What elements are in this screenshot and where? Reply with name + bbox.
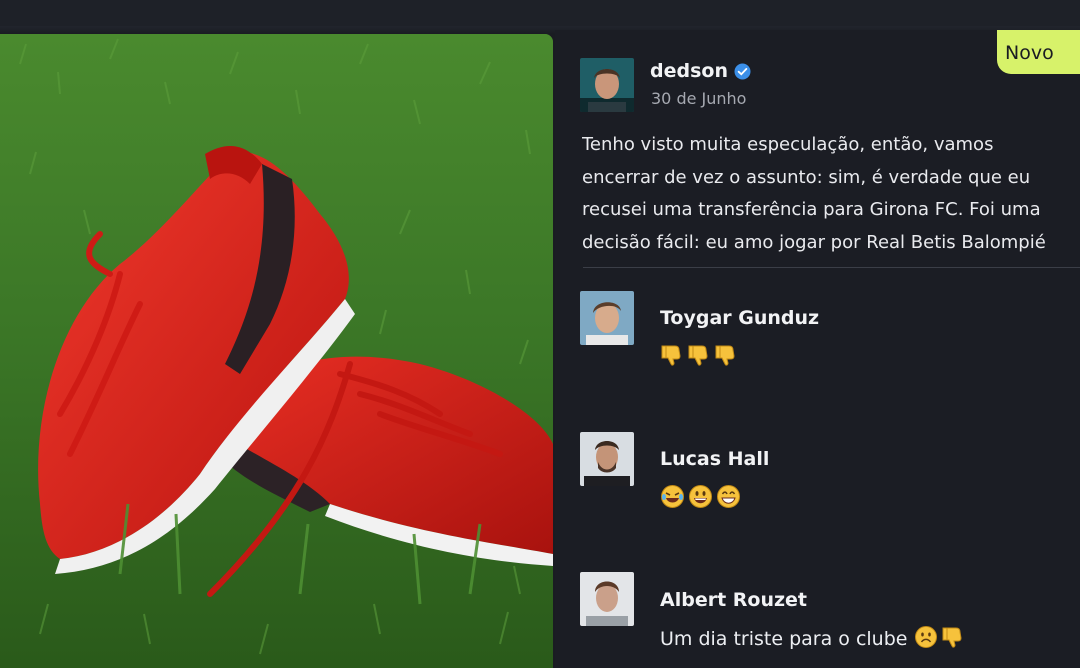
author-avatar[interactable]: [580, 58, 634, 112]
post-image[interactable]: [0, 34, 553, 668]
author-name[interactable]: dedson: [650, 60, 728, 82]
beaming-face-icon: [716, 484, 741, 514]
commenter-avatar[interactable]: [580, 432, 634, 486]
divider: [583, 267, 1080, 268]
post-author[interactable]: dedson: [650, 60, 751, 82]
comment-text: [660, 484, 744, 514]
post-line: Tenho visto muita especulação, então, va…: [582, 134, 994, 155]
frowning-face-icon: [914, 625, 938, 654]
thumbs-down-icon: [941, 625, 965, 654]
new-badge: Novo: [997, 30, 1080, 74]
comment-text: [660, 343, 741, 372]
thumbs-down-icon: [687, 343, 711, 372]
commenter-avatar[interactable]: [580, 572, 634, 626]
commenter-avatar[interactable]: [580, 291, 634, 345]
verified-check-icon: [734, 63, 751, 80]
post-date: 30 de Junho: [651, 89, 747, 108]
comment-text: Um dia triste para o clube: [660, 625, 968, 654]
commenter-name[interactable]: Toygar Gunduz: [660, 307, 819, 329]
thumbs-down-icon: [660, 343, 684, 372]
grinning-face-icon: [688, 484, 713, 514]
post-line: encerrar de vez o assunto: sim, é verdad…: [582, 166, 1031, 188]
thumbs-down-icon: [714, 343, 738, 372]
post-line: decisão fácil: eu amo jogar por Real Bet…: [582, 231, 1046, 253]
post-body: Tenho visto muita especulação, então, va…: [582, 129, 1080, 257]
commenter-name[interactable]: Albert Rouzet: [660, 589, 807, 611]
comment-text-label: Um dia triste para o clube: [660, 628, 908, 650]
post-line: recusei uma transferência para Girona FC…: [582, 199, 1041, 220]
tears-of-joy-icon: [660, 484, 685, 514]
commenter-name[interactable]: Lucas Hall: [660, 448, 769, 470]
